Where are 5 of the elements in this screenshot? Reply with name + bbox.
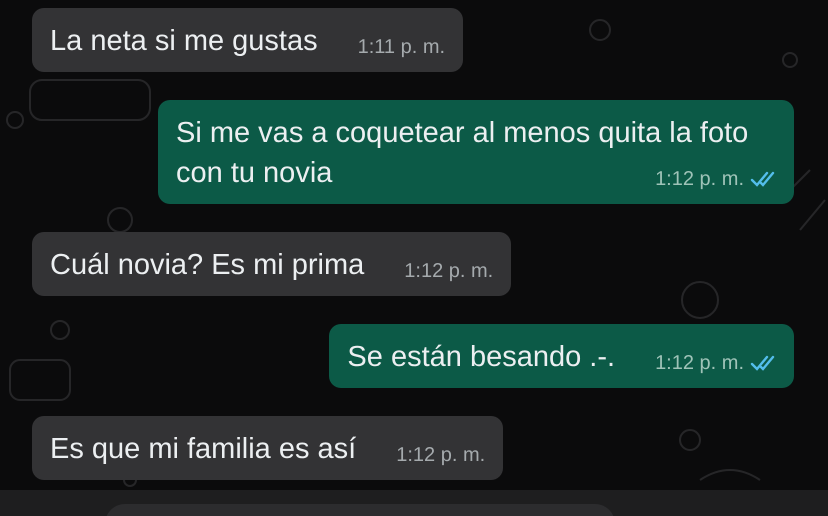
message-bubble: Cuál novia? Es mi prima 1:12 p. m. [32,232,512,296]
message-bubble: La neta si me gustas 1:11 p. m. [32,8,464,72]
message-bubble: Es que mi familia es así 1:12 p. m. [32,416,504,480]
message-bubble: Se están besando .-. 1:12 p. m. [329,324,794,388]
message-bubble: Si me vas a coquetear al menos quita la foto con tu novia 1:12 p. m. [158,100,794,204]
